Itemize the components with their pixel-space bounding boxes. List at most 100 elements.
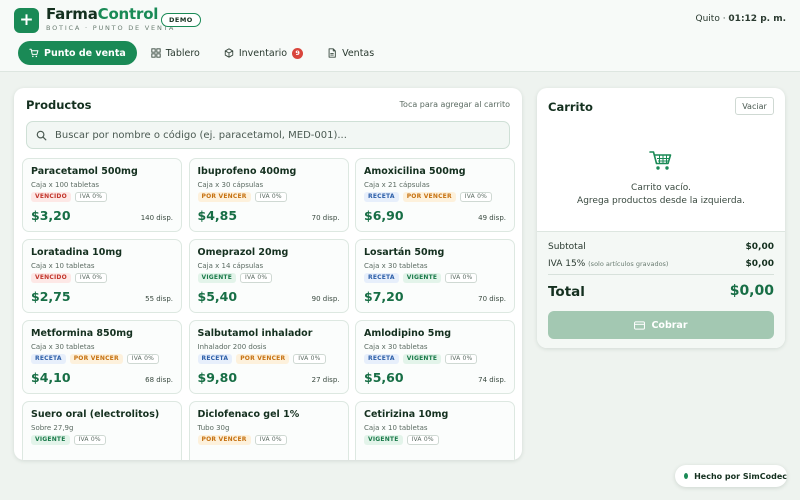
iva-label: IVA 15% bbox=[548, 259, 586, 269]
product-card[interactable]: Salbutamol inhalador Inhalador 200 dosis… bbox=[188, 320, 349, 394]
status-badge-vigente: VIGENTE bbox=[31, 435, 70, 445]
main-nav: Punto de venta Tablero Inventario 9 Vent… bbox=[18, 41, 388, 65]
made-by-label: Hecho por SimCodec bbox=[694, 471, 787, 481]
status-badge-por-vencer: POR VENCER bbox=[197, 435, 251, 445]
clock-time: 01:12 p. m. bbox=[728, 14, 786, 24]
city-label: Quito bbox=[695, 14, 720, 24]
iva-value: $0,00 bbox=[745, 259, 774, 269]
product-name: Metformina 850mg bbox=[31, 328, 133, 339]
tab-label: Inventario bbox=[238, 47, 288, 59]
tax-badge: IVA 0% bbox=[254, 435, 287, 445]
product-stock: 140 disp. bbox=[140, 214, 173, 222]
brand-name: FarmaControl bbox=[46, 5, 159, 23]
product-badges: RECETA POR VENCER IVA 0% bbox=[31, 354, 173, 365]
cart-summary: Subtotal $0,00 IVA 15% (solo artículos g… bbox=[537, 231, 785, 348]
product-name: Suero oral (electrolitos) bbox=[31, 409, 160, 420]
product-card[interactable]: Paracetamol 500mg Caja x 100 tabletas VE… bbox=[22, 158, 182, 232]
product-pack: Inhalador 200 dosis bbox=[197, 343, 267, 351]
tab-label: Punto de venta bbox=[44, 47, 126, 59]
cart-title: Carrito bbox=[548, 100, 593, 114]
product-pack: Caja x 30 tabletas bbox=[364, 262, 428, 270]
products-hint: Toca para agregar al carrito bbox=[399, 100, 510, 109]
brand-subtitle: BOTICA · PUNTO DE VENTA bbox=[46, 24, 176, 32]
product-card[interactable]: Loratadina 10mg Caja x 10 tabletas VENCI… bbox=[22, 239, 182, 313]
product-stock: 49 disp. bbox=[478, 214, 506, 222]
document-icon bbox=[328, 48, 336, 58]
product-card[interactable]: Metformina 850mg Caja x 30 tabletas RECE… bbox=[22, 320, 182, 394]
search-icon bbox=[36, 130, 47, 140]
status-badge-vigente: VIGENTE bbox=[364, 435, 403, 445]
total-value: $0,00 bbox=[729, 283, 774, 299]
subtotal-row: Subtotal $0,00 bbox=[548, 242, 774, 252]
product-badges: RECETA VIGENTE IVA 0% bbox=[364, 273, 506, 284]
status-badge-receta: RECETA bbox=[364, 354, 399, 364]
product-card[interactable]: Suero oral (electrolitos) Sobre 27,9g VI… bbox=[22, 401, 182, 460]
product-pack: Caja x 30 tabletas bbox=[364, 343, 428, 351]
product-pack: Caja x 30 tabletas bbox=[31, 343, 95, 351]
status-dot-icon bbox=[684, 473, 689, 479]
shopping-cart-icon bbox=[649, 151, 672, 170]
product-price: $5,60 bbox=[364, 370, 404, 385]
product-name: Salbutamol inhalador bbox=[197, 328, 313, 339]
tab-ventas[interactable]: Ventas bbox=[317, 41, 384, 65]
charge-label: Cobrar bbox=[651, 319, 688, 331]
product-grid: Paracetamol 500mg Caja x 100 tabletas VE… bbox=[22, 158, 516, 460]
tab-punto-de-venta[interactable]: Punto de venta bbox=[18, 41, 137, 65]
product-pack: Caja x 14 cápsulas bbox=[197, 262, 264, 270]
status-badge-por-vencer: POR VENCER bbox=[197, 192, 251, 202]
product-price: $4,85 bbox=[197, 208, 238, 223]
tab-tablero[interactable]: Tablero bbox=[141, 41, 210, 65]
products-panel: Productos Toca para agregar al carrito B… bbox=[14, 88, 522, 460]
product-name: Cetirizina 10mg bbox=[364, 409, 449, 420]
product-stock: 55 disp. bbox=[145, 295, 173, 303]
tax-badge: IVA 0% bbox=[459, 192, 493, 202]
status-badge-receta: RECETA bbox=[364, 192, 399, 202]
product-card[interactable]: Omeprazol 20mg Caja x 14 cápsulas VIGENT… bbox=[188, 239, 349, 313]
search-input[interactable]: Buscar por nombre o código (ej. paraceta… bbox=[26, 121, 510, 149]
top-bar: + FarmaControl BOTICA · PUNTO DE VENTA D… bbox=[0, 0, 800, 72]
tax-badge: IVA 0% bbox=[293, 354, 326, 364]
status-badge-por-vencer: POR VENCER bbox=[236, 354, 290, 364]
status-badge-por-vencer: POR VENCER bbox=[69, 354, 123, 364]
product-name: Paracetamol 500mg bbox=[31, 166, 138, 177]
tab-label: Ventas bbox=[342, 47, 375, 59]
status-badge-vencido: VENCIDO bbox=[31, 192, 71, 202]
product-price: $3,20 bbox=[31, 208, 71, 223]
grid-icon bbox=[151, 48, 161, 58]
search-placeholder: Buscar por nombre o código (ej. paraceta… bbox=[55, 129, 347, 141]
product-card[interactable]: Amoxicilina 500mg Caja x 21 cápsulas REC… bbox=[355, 158, 515, 232]
product-pack: Tubo 30g bbox=[197, 424, 230, 432]
tax-badge: IVA 0% bbox=[73, 435, 106, 445]
subtotal-label: Subtotal bbox=[548, 242, 586, 252]
product-name: Omeprazol 20mg bbox=[197, 247, 289, 258]
made-by-badge[interactable]: Hecho por SimCodec bbox=[675, 465, 787, 487]
product-badges: VIGENTE IVA 0% bbox=[197, 273, 340, 284]
product-card[interactable]: Cetirizina 10mg Caja x 10 tabletas VIGEN… bbox=[355, 401, 515, 460]
clear-cart-button[interactable]: Vaciar bbox=[735, 97, 774, 115]
summary-divider bbox=[548, 274, 774, 275]
credit-card-icon bbox=[634, 320, 646, 330]
location-time: Quito · 01:12 p. m. bbox=[695, 14, 787, 24]
tab-inventario[interactable]: Inventario 9 bbox=[214, 41, 313, 65]
status-badge-receta: RECETA bbox=[364, 273, 399, 283]
iva-note: (solo artículos gravados) bbox=[588, 260, 669, 268]
product-badges: POR VENCER IVA 0% bbox=[197, 435, 340, 446]
product-stock: 27 disp. bbox=[311, 376, 340, 384]
tax-badge: IVA 0% bbox=[126, 354, 160, 364]
product-card[interactable]: Diclofenaco gel 1% Tubo 30g POR VENCER I… bbox=[188, 401, 349, 460]
product-pack: Caja x 21 cápsulas bbox=[364, 181, 430, 189]
product-card[interactable]: Amlodipino 5mg Caja x 30 tabletas RECETA… bbox=[355, 320, 515, 394]
product-stock: 74 disp. bbox=[478, 376, 506, 384]
product-card[interactable]: Ibuprofeno 400mg Caja x 30 cápsulas POR … bbox=[188, 158, 349, 232]
charge-button[interactable]: Cobrar bbox=[548, 311, 774, 339]
product-card[interactable]: Losartán 50mg Caja x 30 tabletas RECETA … bbox=[355, 239, 515, 313]
cart-icon bbox=[29, 48, 39, 58]
demo-badge: DEMO bbox=[161, 13, 201, 27]
product-stock: 68 disp. bbox=[145, 376, 173, 384]
status-badge-vigente: VIGENTE bbox=[402, 273, 442, 283]
product-name: Losartán 50mg bbox=[364, 247, 445, 258]
product-name: Ibuprofeno 400mg bbox=[197, 166, 297, 177]
iva-row: IVA 15% (solo artículos gravados) $0,00 bbox=[548, 259, 774, 269]
subtotal-value: $0,00 bbox=[745, 242, 774, 252]
total-label: Total bbox=[548, 284, 585, 300]
